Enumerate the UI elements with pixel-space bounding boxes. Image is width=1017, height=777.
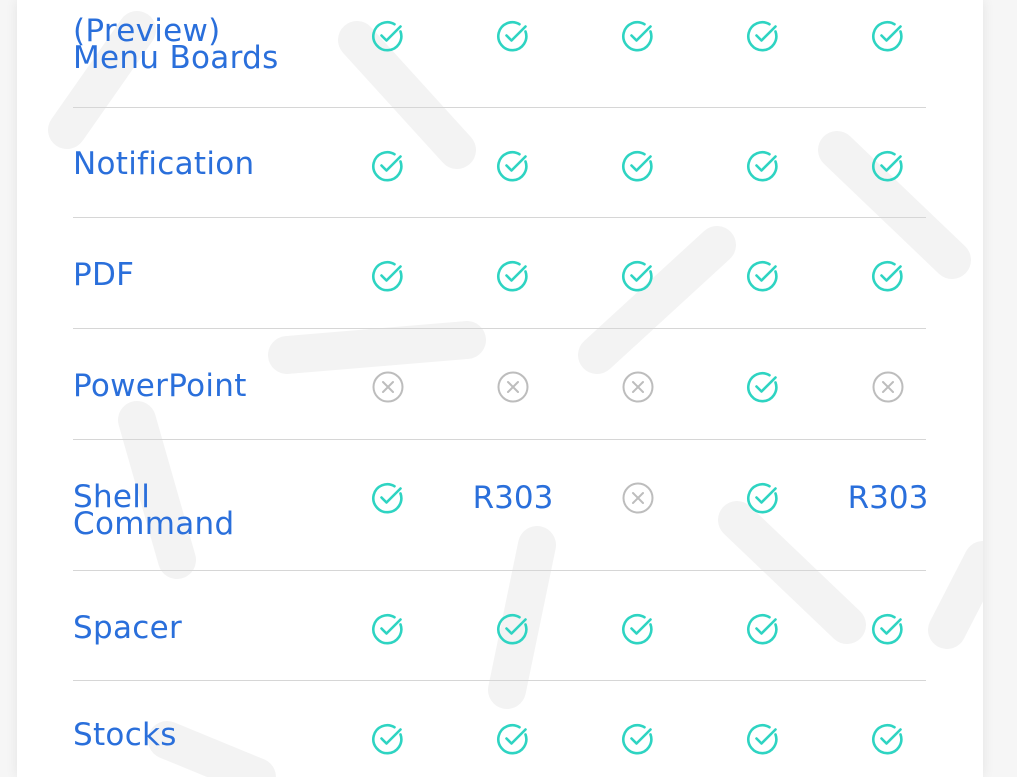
feature-label: Shell Command: [73, 482, 333, 542]
feature-label: Stocks: [73, 717, 333, 753]
supported-cell: [858, 16, 918, 56]
supported-cell: [733, 16, 793, 56]
table-row: PDF: [73, 218, 926, 329]
feature-label-line: Command: [73, 506, 235, 542]
check-circle-icon: [372, 482, 403, 514]
check-circle-icon: [497, 150, 528, 182]
feature-label-line: PowerPoint: [73, 368, 247, 404]
check-circle-icon: [747, 20, 778, 52]
check-circle-icon: [372, 20, 403, 52]
feature-label: Spacer: [73, 610, 333, 646]
supported-cell: [733, 146, 793, 186]
supported-cell: [858, 719, 918, 759]
supported-cell: [358, 609, 418, 649]
check-circle-icon: [747, 613, 778, 645]
supported-cell: [608, 256, 668, 296]
supported-cell: [483, 719, 543, 759]
feature-label: PDF: [73, 257, 333, 293]
supported-cell: [858, 256, 918, 296]
check-circle-icon: [747, 723, 778, 755]
supported-cell: [858, 609, 918, 649]
table-row: Spacer: [73, 571, 926, 681]
feature-label-line: Notification: [73, 146, 255, 182]
supported-cell: [733, 256, 793, 296]
supported-cell: [858, 146, 918, 186]
version-text: R303: [847, 480, 929, 516]
supported-cell: [608, 719, 668, 759]
supported-cell: [358, 478, 418, 518]
check-circle-icon: [872, 723, 903, 755]
check-circle-icon: [372, 150, 403, 182]
x-circle-icon: [872, 371, 904, 403]
check-circle-icon: [497, 613, 528, 645]
version-text: R303: [472, 480, 554, 516]
feature-comparison-card: (Preview) Menu Boards Notification PDF Power…: [17, 0, 983, 777]
check-circle-icon: [497, 723, 528, 755]
check-circle-icon: [747, 260, 778, 292]
feature-label-line: Spacer: [73, 610, 183, 646]
supported-cell: [608, 146, 668, 186]
check-circle-icon: [497, 20, 528, 52]
check-circle-icon: [872, 613, 903, 645]
supported-cell: [358, 719, 418, 759]
unsupported-cell: [608, 478, 668, 518]
unsupported-cell: [858, 367, 918, 407]
supported-cell: [733, 478, 793, 518]
supported-cell: [358, 16, 418, 56]
check-circle-icon: [872, 260, 903, 292]
check-circle-icon: [497, 260, 528, 292]
check-circle-icon: [622, 150, 653, 182]
supported-cell: [733, 719, 793, 759]
version-cell: R303: [848, 478, 929, 518]
feature-label: (Preview) Menu Boards: [73, 16, 333, 76]
x-circle-icon: [622, 482, 654, 514]
feature-label-line: Menu Boards: [73, 40, 279, 76]
x-circle-icon: [497, 371, 529, 403]
check-circle-icon: [372, 260, 403, 292]
supported-cell: [358, 146, 418, 186]
feature-label-line: PDF: [73, 257, 135, 293]
check-circle-icon: [622, 613, 653, 645]
table-row: Stocks: [73, 681, 926, 777]
table-row: Notification: [73, 108, 926, 218]
version-cell: R303: [473, 478, 554, 518]
x-circle-icon: [622, 371, 654, 403]
check-circle-icon: [622, 723, 653, 755]
unsupported-cell: [608, 367, 668, 407]
table-row: PowerPoint: [73, 329, 926, 440]
check-circle-icon: [872, 150, 903, 182]
unsupported-cell: [483, 367, 543, 407]
check-circle-icon: [747, 150, 778, 182]
check-circle-icon: [372, 723, 403, 755]
supported-cell: [483, 256, 543, 296]
check-circle-icon: [747, 371, 778, 403]
unsupported-cell: [358, 367, 418, 407]
check-circle-icon: [372, 613, 403, 645]
feature-label: Notification: [73, 146, 333, 182]
supported-cell: [483, 146, 543, 186]
table-row: (Preview) Menu Boards: [73, 0, 926, 108]
supported-cell: [483, 16, 543, 56]
check-circle-icon: [622, 260, 653, 292]
supported-cell: [608, 609, 668, 649]
supported-cell: [608, 16, 668, 56]
check-circle-icon: [747, 482, 778, 514]
supported-cell: [358, 256, 418, 296]
table-row: Shell Command R303 R303: [73, 440, 929, 571]
feature-label-line: Stocks: [73, 717, 177, 753]
supported-cell: [483, 609, 543, 649]
supported-cell: [733, 609, 793, 649]
comparison-table: (Preview) Menu Boards Notification PDF Power…: [73, 0, 929, 777]
check-circle-icon: [622, 20, 653, 52]
check-circle-icon: [872, 20, 903, 52]
feature-label: PowerPoint: [73, 368, 333, 404]
x-circle-icon: [372, 371, 404, 403]
supported-cell: [733, 367, 793, 407]
